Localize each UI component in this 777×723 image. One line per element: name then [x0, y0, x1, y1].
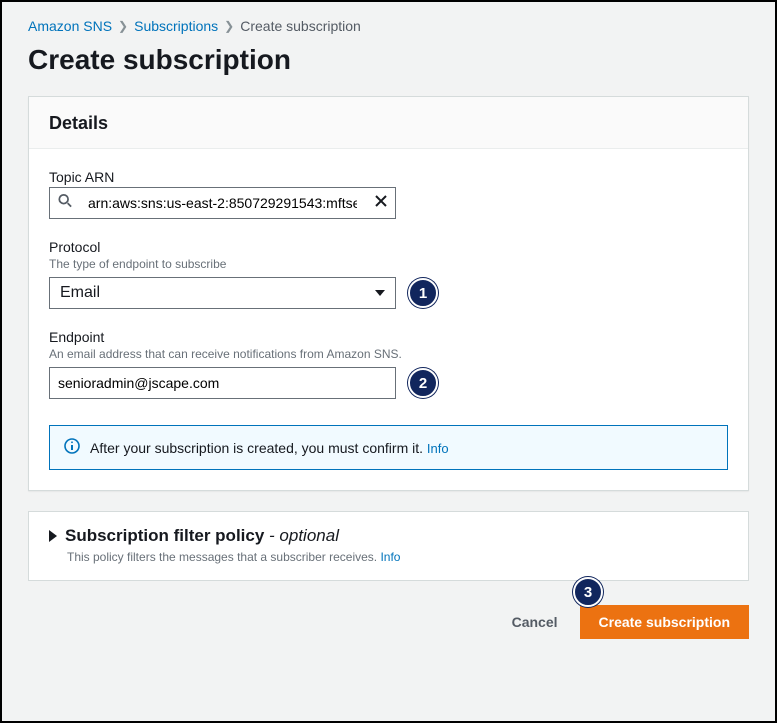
- details-header: Details: [29, 97, 748, 149]
- create-subscription-button[interactable]: Create subscription: [580, 605, 749, 639]
- details-body: Topic ARN Protocol The type of endpoint …: [29, 149, 748, 425]
- protocol-select[interactable]: Email: [49, 277, 396, 309]
- field-endpoint: Endpoint An email address that can recei…: [49, 329, 728, 399]
- endpoint-desc: An email address that can receive notifi…: [49, 347, 728, 361]
- filter-policy-desc: This policy filters the messages that a …: [67, 550, 728, 564]
- footer-actions: 3 Cancel Create subscription: [28, 605, 749, 639]
- annotation-badge-1: 1: [408, 278, 438, 308]
- protocol-value: Email: [60, 284, 100, 302]
- info-text: After your subscription is created, you …: [90, 440, 449, 456]
- clear-icon[interactable]: [375, 194, 387, 212]
- protocol-desc: The type of endpoint to subscribe: [49, 257, 728, 271]
- chevron-right-icon: ❯: [224, 19, 234, 33]
- chevron-right-icon: ❯: [118, 19, 128, 33]
- breadcrumb-subscriptions[interactable]: Subscriptions: [134, 18, 218, 34]
- search-icon: [58, 194, 72, 213]
- annotation-badge-2: 2: [408, 368, 438, 398]
- topic-arn-label: Topic ARN: [49, 169, 728, 185]
- filter-policy-title: Subscription filter policy - optional: [65, 526, 339, 546]
- breadcrumb-current: Create subscription: [240, 18, 361, 34]
- info-link[interactable]: Info: [427, 441, 449, 456]
- field-protocol: Protocol The type of endpoint to subscri…: [49, 239, 728, 309]
- details-heading: Details: [49, 113, 728, 134]
- field-topic-arn: Topic ARN: [49, 169, 728, 219]
- endpoint-label: Endpoint: [49, 329, 728, 345]
- breadcrumb-amazon-sns[interactable]: Amazon SNS: [28, 18, 112, 34]
- info-box: After your subscription is created, you …: [49, 425, 728, 470]
- page-title: Create subscription: [28, 44, 749, 76]
- cancel-button[interactable]: Cancel: [502, 606, 568, 638]
- topic-arn-input[interactable]: [80, 188, 365, 218]
- filter-policy-info-link[interactable]: Info: [380, 550, 400, 564]
- annotation-badge-3: 3: [573, 577, 603, 607]
- filter-policy-panel: Subscription filter policy - optional Th…: [28, 511, 749, 581]
- breadcrumb: Amazon SNS ❯ Subscriptions ❯ Create subs…: [28, 18, 749, 34]
- caret-right-icon: [49, 530, 57, 542]
- filter-policy-toggle[interactable]: Subscription filter policy - optional: [49, 526, 728, 546]
- endpoint-input-wrap[interactable]: [49, 367, 396, 399]
- info-icon: [64, 438, 80, 457]
- page-container: Amazon SNS ❯ Subscriptions ❯ Create subs…: [0, 0, 777, 723]
- protocol-label: Protocol: [49, 239, 728, 255]
- topic-arn-input-wrap[interactable]: [49, 187, 396, 219]
- endpoint-input[interactable]: [50, 368, 395, 398]
- chevron-down-icon: [375, 290, 385, 296]
- details-panel: Details Topic ARN Protocol The type of e…: [28, 96, 749, 491]
